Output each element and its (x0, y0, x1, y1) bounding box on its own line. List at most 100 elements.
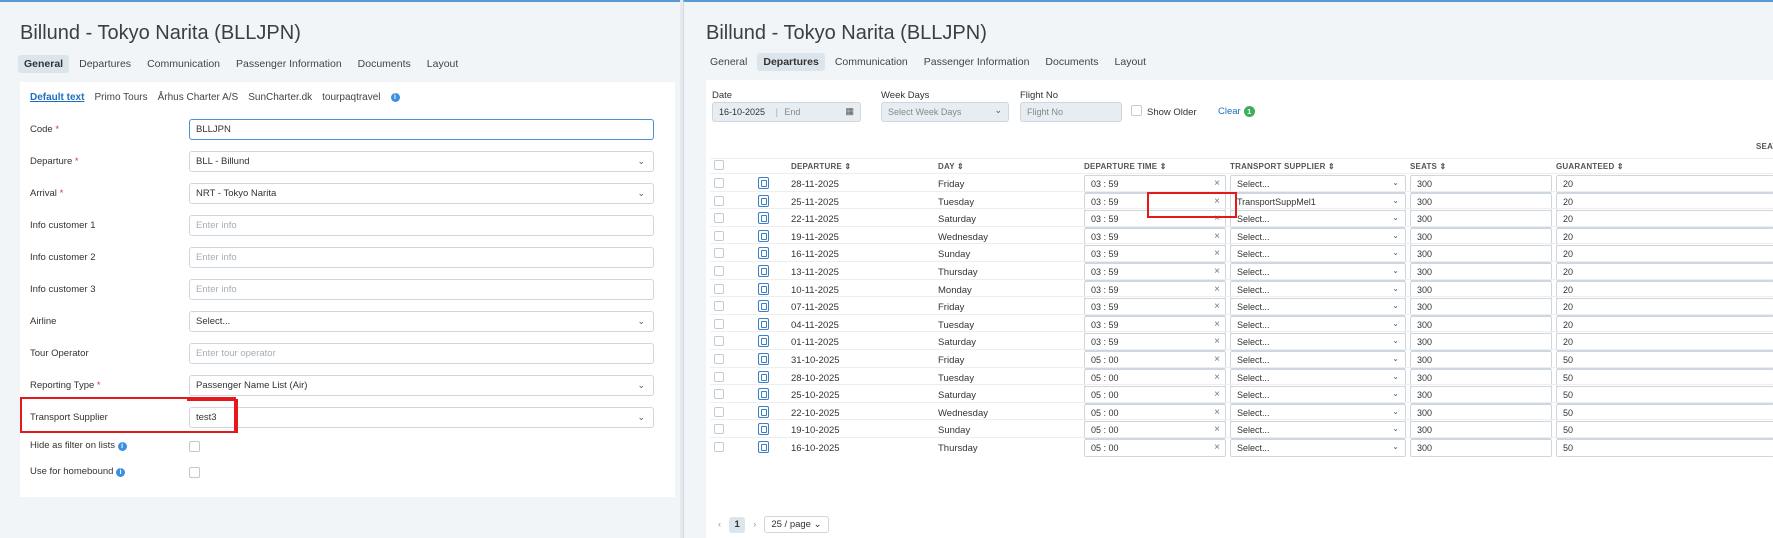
tab-departures[interactable]: Departures (757, 53, 825, 71)
show-older-checkbox[interactable] (1131, 105, 1142, 116)
clear-filters-link[interactable]: Clear 1 (1218, 106, 1255, 117)
hide-filter-checkbox[interactable] (189, 441, 200, 452)
date-range-input[interactable]: 16-10-2025 | End ▦ (712, 102, 861, 122)
col-day[interactable]: DAY ⇕ (938, 162, 964, 171)
copy-icon[interactable] (758, 335, 769, 348)
copy-icon[interactable] (758, 370, 769, 383)
tab-layout[interactable]: Layout (421, 55, 465, 73)
chevron-down-icon: ⌄ (1392, 178, 1399, 187)
copy-icon[interactable] (758, 423, 769, 436)
clear-icon[interactable]: × (1214, 231, 1220, 242)
copy-icon[interactable] (758, 247, 769, 260)
seats-input[interactable]: 300 (1410, 439, 1552, 457)
copy-icon[interactable] (758, 177, 769, 189)
info-icon[interactable]: i (117, 442, 127, 451)
tab-departures[interactable]: Departures (73, 55, 137, 73)
copy-icon[interactable] (758, 194, 769, 207)
col-departure[interactable]: DEPARTURE ⇕ (791, 162, 851, 171)
col-departure-time[interactable]: DEPARTURE TIME ⇕ (1084, 162, 1167, 171)
clear-icon[interactable]: × (1214, 178, 1220, 189)
row-checkbox[interactable] (714, 442, 724, 452)
copy-icon[interactable] (758, 441, 769, 453)
flightno-input[interactable]: Flight No (1020, 102, 1122, 122)
row-checkbox[interactable] (714, 371, 724, 382)
prev-page-button[interactable]: ‹ (718, 519, 721, 530)
col-transport-supplier[interactable]: TRANSPORT SUPPLIER ⇕ (1230, 162, 1335, 171)
page-1-button[interactable]: 1 (729, 516, 746, 533)
row-checkbox[interactable] (714, 248, 724, 259)
row-checkbox[interactable] (714, 230, 724, 241)
row-checkbox[interactable] (714, 301, 724, 312)
clear-icon[interactable]: × (1214, 372, 1220, 383)
tab-general[interactable]: General (704, 53, 753, 71)
row-checkbox[interactable] (714, 178, 724, 188)
row-checkbox[interactable] (714, 318, 724, 329)
transport-supplier-select[interactable]: Select... ⌄ (1230, 439, 1406, 457)
info-icon[interactable]: i (116, 468, 126, 477)
guaranteed-input[interactable]: 50 (1556, 439, 1773, 457)
info-icon[interactable]: i (390, 93, 400, 102)
tab-communication[interactable]: Communication (141, 55, 226, 73)
departure-time-input[interactable]: 05 : 00 × (1084, 439, 1226, 457)
row-checkbox[interactable] (714, 389, 724, 400)
transport-supplier-select[interactable]: test3 ⌄ (189, 407, 654, 428)
row-checkbox[interactable] (714, 195, 724, 206)
clear-icon[interactable]: × (1214, 442, 1220, 453)
info2-input[interactable]: Enter info (189, 247, 654, 268)
tab-passenger-information[interactable]: Passenger Information (918, 53, 1036, 71)
clear-icon[interactable]: × (1214, 389, 1220, 400)
homebound-checkbox[interactable] (189, 467, 200, 478)
subtab-arhus-charter[interactable]: Århus Charter A/S (158, 92, 239, 103)
clear-icon[interactable]: × (1214, 266, 1220, 277)
tab-documents[interactable]: Documents (1039, 53, 1104, 71)
clear-icon[interactable]: × (1214, 319, 1220, 330)
copy-icon[interactable] (758, 265, 769, 277)
reporting-type-select[interactable]: Passenger Name List (Air) ⌄ (189, 375, 654, 396)
departure-select[interactable]: BLL - Billund ⌄ (189, 151, 654, 172)
airline-select[interactable]: Select... ⌄ (189, 311, 654, 332)
clear-icon[interactable]: × (1214, 354, 1220, 365)
row-checkbox[interactable] (714, 336, 724, 347)
clear-icon[interactable]: × (1214, 407, 1220, 418)
info1-input[interactable]: Enter info (189, 215, 654, 236)
clear-icon[interactable]: × (1214, 301, 1220, 312)
page-size-select[interactable]: 25 / page ⌄ (764, 516, 829, 533)
row-checkbox[interactable] (714, 213, 724, 224)
tab-general[interactable]: General (18, 55, 70, 73)
chevron-down-icon: ⌄ (1392, 371, 1399, 381)
clear-icon[interactable]: × (1214, 248, 1220, 259)
code-input[interactable]: BLLJPN (189, 119, 654, 140)
tab-documents[interactable]: Documents (352, 55, 417, 73)
row-checkbox[interactable] (714, 424, 724, 435)
clear-icon[interactable]: × (1214, 284, 1220, 295)
subtab-tourpaqtravel[interactable]: tourpaqtravel (322, 92, 380, 103)
tour-operator-input[interactable]: Enter tour operator (189, 343, 654, 364)
tab-communication[interactable]: Communication (829, 53, 914, 71)
clear-icon[interactable]: × (1214, 424, 1220, 435)
select-all-checkbox[interactable] (714, 160, 724, 170)
weekdays-select[interactable]: Select Week Days ⌄ (881, 102, 1009, 122)
copy-icon[interactable] (758, 405, 769, 418)
copy-icon[interactable] (758, 212, 769, 225)
subtab-default-text[interactable]: Default text (30, 92, 84, 103)
copy-icon[interactable] (758, 388, 769, 401)
copy-icon[interactable] (758, 317, 769, 330)
tab-layout[interactable]: Layout (1109, 53, 1153, 71)
tab-passenger-information[interactable]: Passenger Information (230, 55, 348, 73)
col-seats[interactable]: SEATS ⇕ (1410, 162, 1446, 171)
row-checkbox[interactable] (714, 354, 724, 364)
row-checkbox[interactable] (714, 266, 724, 276)
subtab-primo-tours[interactable]: Primo Tours (94, 92, 147, 103)
row-checkbox[interactable] (714, 406, 724, 417)
row-checkbox[interactable] (714, 283, 724, 294)
subtab-suncharter[interactable]: SunCharter.dk (248, 92, 312, 103)
copy-icon[interactable] (758, 353, 769, 365)
copy-icon[interactable] (758, 282, 769, 295)
next-page-button[interactable]: › (753, 519, 756, 530)
copy-icon[interactable] (758, 229, 769, 242)
col-guaranteed[interactable]: GUARANTEED ⇕ (1556, 162, 1624, 171)
clear-icon[interactable]: × (1214, 336, 1220, 347)
arrival-select[interactable]: NRT - Tokyo Narita ⌄ (189, 183, 654, 204)
copy-icon[interactable] (758, 300, 769, 313)
info3-input[interactable]: Enter info (189, 279, 654, 300)
